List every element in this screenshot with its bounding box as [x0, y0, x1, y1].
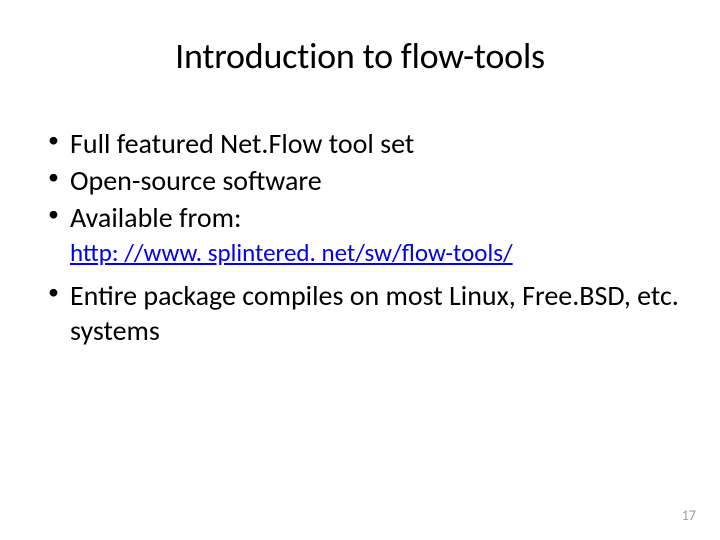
page-number: 17	[682, 507, 696, 524]
slide: Introduction to flow-tools Full featured…	[0, 0, 720, 540]
bullet-list: Full featured Net.Flow tool set Open-sou…	[36, 126, 684, 235]
slide-title: Introduction to flow-tools	[36, 34, 684, 78]
bullet-item: Available from:	[44, 200, 684, 235]
bullet-item: Open-source software	[44, 163, 684, 198]
bullet-list-2: Entire package compiles on most Linux, F…	[36, 278, 684, 348]
url-link[interactable]: http: //www. splintered. net/sw/flow-too…	[36, 237, 684, 268]
bullet-item: Full featured Net.Flow tool set	[44, 126, 684, 161]
bullet-item: Entire package compiles on most Linux, F…	[44, 278, 684, 348]
